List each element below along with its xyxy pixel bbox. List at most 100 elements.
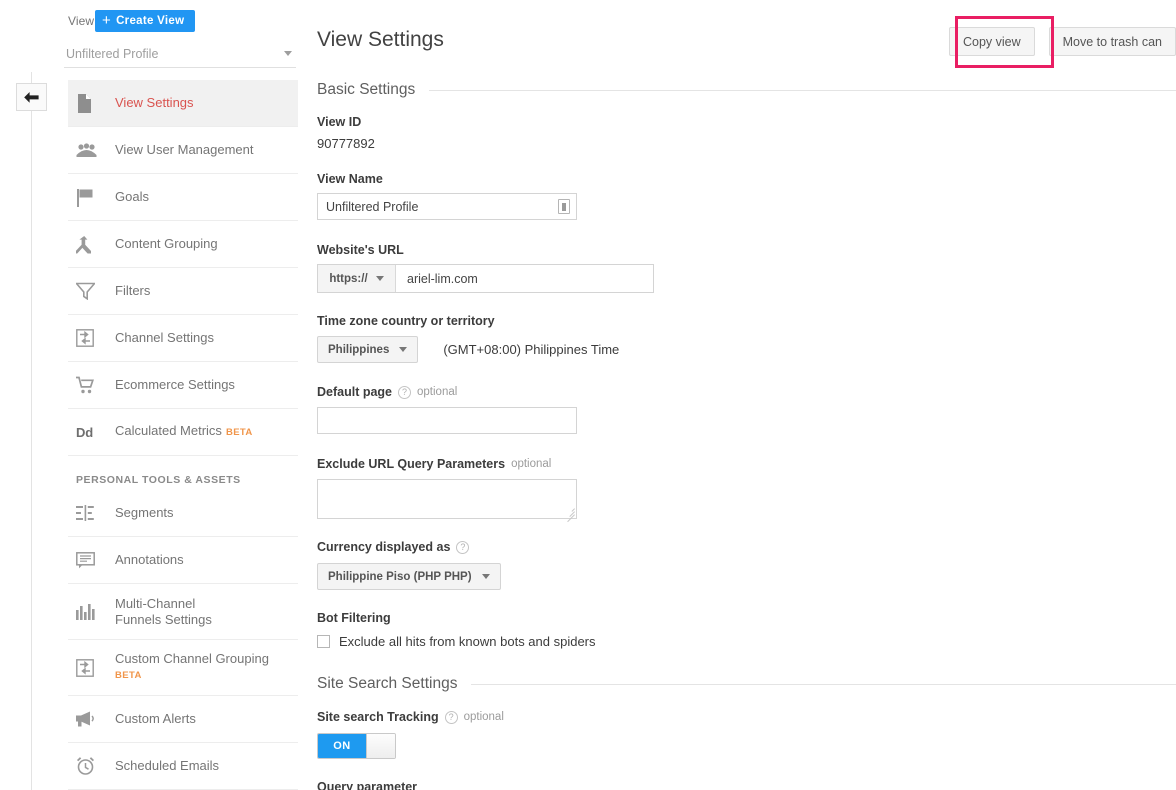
sidebar-item-goals[interactable]: Goals	[68, 174, 298, 221]
query-parameter-label: Query parameter	[317, 780, 418, 790]
sidebar-item-view-user-management[interactable]: View User Management	[68, 127, 298, 174]
resize-grip-icon[interactable]	[563, 505, 575, 523]
website-url-label: Website's URL	[317, 243, 404, 257]
sidebar-item-label: Segments	[115, 505, 174, 520]
sidebar-item-annotations[interactable]: Annotations	[68, 537, 298, 584]
sidebar-item-scheduled-emails[interactable]: Scheduled Emails	[68, 743, 298, 790]
view-id-field: View ID 90777892	[317, 115, 375, 151]
timezone-label: Time zone country or territory	[317, 314, 495, 328]
view-name-input[interactable]	[317, 193, 577, 220]
optional-tag: optional	[417, 386, 458, 398]
sidebar-item-channel-settings[interactable]: Channel Settings	[68, 315, 298, 362]
profile-dropdown[interactable]: Unfiltered Profile	[64, 40, 296, 68]
site-search-heading: Site Search Settings	[317, 675, 1176, 693]
sidebar-item-label: Scheduled Emails	[115, 758, 220, 773]
merge-arrows-icon	[76, 233, 102, 255]
protocol-value: https://	[329, 272, 368, 285]
channel-arrows-icon	[76, 657, 102, 679]
sidebar-item-segments[interactable]: Segments	[68, 490, 298, 537]
exclude-query-textarea[interactable]	[317, 479, 577, 523]
exclude-query-field: Exclude URL Query Parameters optional	[317, 457, 577, 523]
alarm-clock-icon	[76, 755, 102, 777]
default-page-input[interactable]	[317, 407, 577, 434]
sidebar-item-label: Calculated Metrics BETA	[115, 423, 253, 438]
site-search-tracking-field: Site search Tracking ? optional ON	[317, 710, 504, 759]
sidebar-nav: View Settings View User Management Goals…	[62, 80, 302, 790]
page-actions: Copy view Move to trash can	[948, 27, 1176, 56]
timezone-field: Time zone country or territory Philippin…	[317, 314, 619, 363]
sidebar-item-content-grouping[interactable]: Content Grouping	[68, 221, 298, 268]
bar-chart-icon	[76, 601, 102, 623]
create-view-button[interactable]: + Create View	[95, 10, 196, 32]
sidebar-item-label: Goals	[115, 189, 149, 204]
site-search-heading-text: Site Search Settings	[317, 675, 458, 692]
bot-filtering-checkbox-row[interactable]: Exclude all hits from known bots and spi…	[317, 634, 596, 649]
beta-badge: BETA	[115, 670, 142, 681]
site-search-tracking-toggle[interactable]: ON	[317, 733, 396, 759]
protocol-dropdown[interactable]: https://	[318, 265, 396, 292]
dd-text-icon: Dd	[76, 424, 93, 440]
currency-label: Currency displayed as ?	[317, 540, 501, 554]
sidebar-item-label: View User Management	[115, 142, 254, 157]
move-to-trash-button[interactable]: Move to trash can	[1048, 27, 1176, 56]
currency-dropdown[interactable]: Philippine Piso (PHP PHP)	[317, 563, 501, 590]
optional-tag: optional	[511, 458, 552, 470]
left-rail	[0, 0, 62, 790]
flag-icon	[76, 186, 102, 208]
section-divider	[471, 683, 1176, 685]
bot-filtering-field: Bot Filtering Exclude all hits from know…	[317, 611, 596, 649]
plus-icon: +	[102, 11, 112, 29]
optional-tag: optional	[463, 711, 504, 723]
funnel-icon	[76, 280, 102, 302]
megaphone-icon	[76, 708, 102, 730]
website-url-row: https:// ariel-lim.com	[317, 264, 654, 293]
sidebar-item-view-settings[interactable]: View Settings	[68, 80, 298, 127]
sidebar-item-multi-channel-funnels-settings[interactable]: Multi-Channel Funnels Settings	[68, 584, 298, 640]
basic-settings-heading: Basic Settings	[317, 81, 1176, 99]
currency-value: Philippine Piso (PHP PHP)	[328, 570, 472, 583]
sidebar-item-custom-channel-grouping[interactable]: Custom Channel Grouping BETA	[68, 640, 298, 696]
toggle-knob[interactable]	[366, 734, 395, 758]
help-icon[interactable]: ?	[456, 540, 470, 554]
view-name-field: View Name	[317, 172, 577, 220]
website-url-input[interactable]: ariel-lim.com	[396, 265, 653, 292]
profile-dropdown-value: Unfiltered Profile	[66, 46, 159, 61]
rail-divider	[31, 72, 32, 790]
sidebar-item-label: Content Grouping	[115, 236, 218, 251]
help-icon[interactable]: ?	[444, 710, 458, 724]
back-arrow-icon[interactable]	[16, 83, 47, 111]
create-view-label: Create View	[116, 15, 185, 27]
users-icon	[76, 139, 102, 161]
beta-badge: BETA	[225, 427, 253, 438]
sidebar-item-label: Annotations	[115, 552, 184, 567]
sidebar-item-custom-alerts[interactable]: Custom Alerts	[68, 696, 298, 743]
website-url-field: Website's URL https:// ariel-lim.com	[317, 243, 654, 293]
chevron-down-icon	[284, 51, 292, 56]
view-id-value: 90777892	[317, 136, 375, 151]
view-label: View	[68, 14, 95, 28]
document-icon	[76, 92, 102, 114]
currency-field: Currency displayed as ? Philippine Piso …	[317, 540, 501, 590]
site-search-tracking-label: Site search Tracking ? optional	[317, 710, 504, 724]
sidebar-item-label: Multi-Channel Funnels Settings	[115, 595, 212, 627]
chevron-down-icon	[399, 347, 408, 352]
query-parameter-field: Query parameter	[317, 780, 417, 790]
sidebar-section-header: PERSONAL TOOLS & ASSETS	[76, 474, 241, 486]
copy-view-button[interactable]: Copy view	[948, 27, 1035, 56]
sidebar-item-ecommerce-settings[interactable]: Ecommerce Settings	[68, 362, 298, 409]
checkbox-icon[interactable]	[317, 635, 330, 648]
default-page-label: Default page ? optional	[317, 385, 458, 399]
timezone-country-dropdown[interactable]: Philippines	[317, 336, 419, 363]
sidebar-item-calculated-metrics[interactable]: Dd Calculated Metrics BETA	[68, 409, 298, 456]
sidebar-item-label: Channel Settings	[115, 330, 215, 345]
timezone-note: (GMT+08:00) Philippines Time	[443, 342, 620, 357]
sidebar-item-label: Ecommerce Settings	[115, 377, 235, 392]
sidebar-item-filters[interactable]: Filters	[68, 268, 298, 315]
exclude-query-label: Exclude URL Query Parameters optional	[317, 457, 552, 471]
page-title: View Settings	[317, 28, 444, 51]
main-content: View Settings Copy view Move to trash ca…	[302, 0, 1176, 790]
view-name-label: View Name	[317, 172, 383, 186]
help-icon[interactable]: ?	[398, 385, 412, 399]
sidebar-item-label: Filters	[115, 283, 151, 298]
view-settings-page: View + Create View Unfiltered Profile Vi…	[0, 0, 1176, 790]
